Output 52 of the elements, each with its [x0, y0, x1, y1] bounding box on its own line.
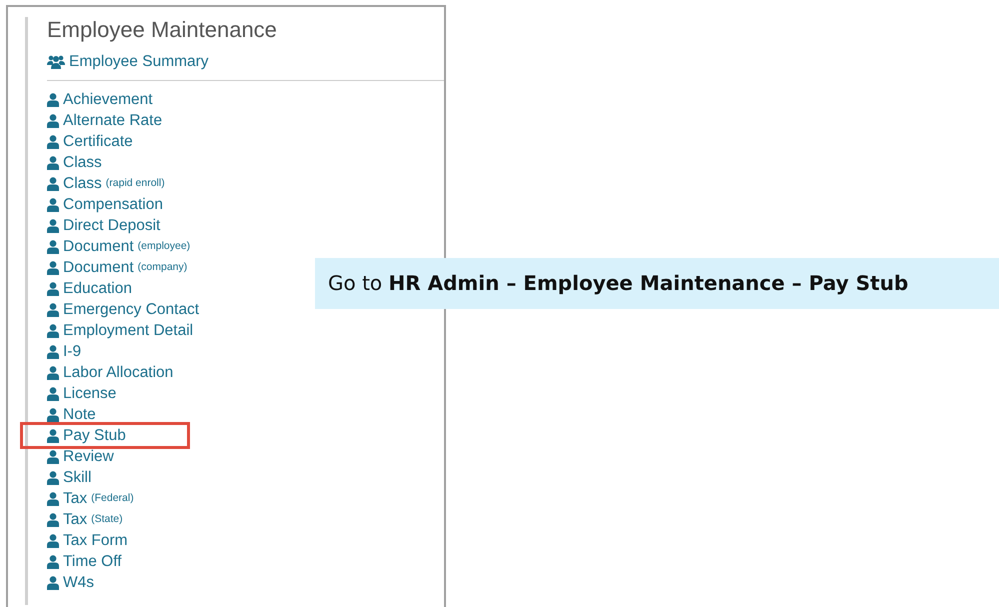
menu-item[interactable]: Document (company) — [47, 257, 188, 278]
user-icon — [47, 344, 59, 358]
user-icon — [47, 450, 59, 464]
user-icon — [47, 260, 59, 274]
user-icon — [47, 114, 59, 128]
menu-item[interactable]: Note — [47, 404, 96, 425]
user-icon — [47, 240, 59, 254]
user-icon — [47, 366, 59, 380]
user-icon — [47, 218, 59, 232]
menu-item[interactable]: Tax (State) — [47, 509, 123, 530]
menu-item[interactable]: Alternate Rate — [47, 110, 162, 131]
menu-item[interactable]: Compensation — [47, 194, 163, 215]
menu-item[interactable]: Skill — [47, 467, 92, 488]
user-icon — [47, 324, 59, 338]
menu-item[interactable]: Certificate — [47, 131, 133, 152]
user-icon — [47, 512, 59, 526]
summary-link[interactable]: Employee Summary — [47, 52, 444, 72]
menu-item[interactable]: Tax Form — [47, 530, 128, 551]
menu-item[interactable]: Review — [47, 446, 114, 467]
user-icon — [47, 554, 59, 568]
menu-item[interactable]: Labor Allocation — [47, 362, 174, 383]
panel-title: Employee Maintenance — [47, 17, 278, 43]
user-icon — [47, 198, 59, 212]
menu-item[interactable]: Emergency Contact — [47, 299, 200, 320]
menu-item[interactable]: Time Off — [47, 551, 122, 572]
user-icon — [47, 386, 59, 400]
users-icon — [47, 55, 65, 69]
menu-item[interactable]: Education — [47, 278, 132, 299]
user-icon — [47, 576, 59, 590]
menu-item[interactable]: Direct Deposit — [47, 215, 160, 236]
user-icon — [47, 428, 59, 442]
menu-item[interactable]: Class — [47, 152, 102, 173]
menu-item[interactable]: Tax (Federal) — [47, 488, 134, 509]
user-icon — [47, 176, 59, 190]
user-icon — [47, 92, 59, 106]
menu-item[interactable]: Document (employee) — [47, 236, 190, 257]
user-icon — [47, 282, 59, 296]
user-icon — [47, 408, 59, 422]
user-icon — [47, 534, 59, 548]
menu-item[interactable]: License — [47, 383, 116, 404]
user-icon — [47, 470, 59, 484]
instruction-callout: Go to HR Admin – Employee Maintenance – Pay Stub — [315, 258, 999, 309]
menu-item[interactable]: I-9 — [47, 341, 82, 362]
menu-item[interactable]: W4s — [47, 572, 94, 593]
menu-item[interactable]: Pay Stub — [23, 425, 187, 446]
menu-item[interactable]: Employment Detail — [47, 320, 194, 341]
menu-item[interactable]: Achievement — [47, 89, 153, 110]
user-icon — [47, 302, 59, 316]
menu-item[interactable]: Class (rapid enroll) — [47, 173, 165, 194]
user-icon — [47, 134, 59, 148]
user-icon — [47, 156, 59, 170]
user-icon — [47, 492, 59, 506]
